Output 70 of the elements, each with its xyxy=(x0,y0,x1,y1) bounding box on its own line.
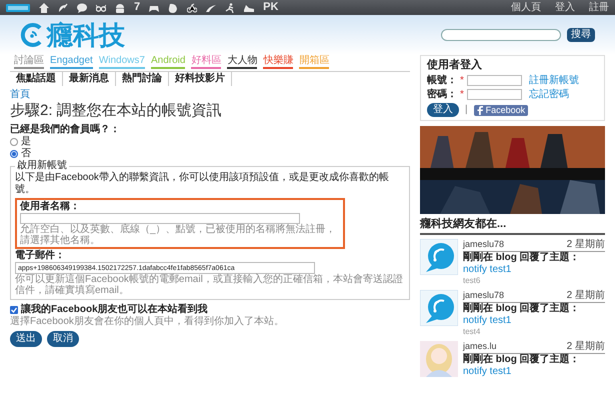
radio-label: 否 xyxy=(21,149,31,159)
top-bar-link[interactable]: 登入 xyxy=(555,2,575,12)
time-text: 2 星期前 xyxy=(566,239,605,250)
field-label: 帳號： xyxy=(427,76,457,86)
field-label: 使用者名稱： xyxy=(20,201,81,213)
user-link[interactable]: jameslu78 xyxy=(463,290,504,301)
section-title: 癮科技網友都在... xyxy=(420,218,605,235)
facebook-button[interactable]: Facebook xyxy=(474,104,528,116)
swoosh-icon[interactable] xyxy=(206,2,216,12)
checkbox-label: 讓我的Facebook朋友也可以在本站看到我 xyxy=(21,304,208,316)
note-text: test4 xyxy=(463,327,482,337)
separator: | xyxy=(465,105,468,115)
input-field[interactable] xyxy=(20,213,300,224)
chat-bubble-icon xyxy=(420,239,458,275)
radio-button[interactable] xyxy=(10,150,18,158)
category-link[interactable]: 大人物 xyxy=(227,55,258,69)
search-button[interactable]: 搜尋 xyxy=(567,28,595,42)
chat-bubble-icon xyxy=(420,290,458,326)
panel-legend: 啟用新帳號 xyxy=(15,160,69,172)
page-title: 步驟2: 調整您在本站的帳號資訊 xyxy=(10,101,223,121)
shoe-icon[interactable] xyxy=(244,2,254,12)
checkbox[interactable] xyxy=(10,306,18,314)
section-link[interactable]: 7 xyxy=(134,2,140,13)
user-link[interactable]: james.lu xyxy=(463,341,497,352)
site-logo-icon[interactable] xyxy=(6,4,30,12)
top-bar-link[interactable]: 註冊 xyxy=(589,2,609,12)
login-link[interactable]: 忘記密碼 xyxy=(528,90,569,100)
category-link[interactable]: 討論區 xyxy=(14,55,44,69)
activity-text: 剛剛在 blog 回覆了主題： notify test1 xyxy=(463,354,581,378)
activity-text: 剛剛在 blog 回覆了主題： notify test1 xyxy=(463,303,581,327)
field-label: 密碼： xyxy=(427,90,457,100)
topic-link[interactable]: notify test1 xyxy=(463,315,512,326)
breadcrumb-link[interactable]: 首頁 xyxy=(10,89,30,101)
note-text: test6 xyxy=(463,276,482,286)
checkmark-icon xyxy=(11,307,17,313)
required-mark: * xyxy=(460,76,464,86)
glasses-icon[interactable] xyxy=(96,2,106,12)
home-icon[interactable] xyxy=(39,2,49,12)
user-link[interactable]: jameslu78 xyxy=(463,239,504,250)
search-field[interactable] xyxy=(441,29,561,41)
runner-icon[interactable] xyxy=(225,2,236,12)
login-link[interactable]: 註冊新帳號 xyxy=(528,76,579,86)
login-button[interactable]: 登入 xyxy=(427,103,459,117)
time-text: 2 星期前 xyxy=(566,341,605,352)
radio-label: 是 xyxy=(21,137,31,147)
form-button[interactable]: 送出 xyxy=(10,331,42,347)
radio-button[interactable] xyxy=(10,138,18,146)
topic-link[interactable]: notify test1 xyxy=(463,264,512,275)
field-label: 電子郵件： xyxy=(15,250,66,262)
time-text: 2 星期前 xyxy=(566,290,605,301)
hint-text: 選擇Facebook朋友會在你的個人頁中，看得到你加入了本站。 xyxy=(10,316,285,328)
chat-bubble-icon[interactable] xyxy=(77,2,87,12)
hint-text: 允許空白、以及英數、底線（_）、點號，已被使用的名稱將無法註冊，請選擇其他名稱。 xyxy=(20,224,337,246)
topic-link[interactable]: notify test1 xyxy=(463,366,512,377)
facebook-icon xyxy=(476,106,483,114)
top-bar-link[interactable]: 個人頁 xyxy=(511,2,541,12)
input-field[interactable] xyxy=(466,89,522,100)
bag-icon[interactable] xyxy=(168,2,178,12)
panel-title: 使用者登入 xyxy=(427,59,483,72)
logo-icon[interactable] xyxy=(20,23,44,47)
category-link[interactable]: 快樂賺 xyxy=(263,55,294,69)
input-field[interactable] xyxy=(466,75,522,86)
description-text: 以下是由Facebook帶入的聯繫資訊，你可以使用該項預設值，或是更改成你喜歡的帳號。 xyxy=(15,172,390,196)
section-link[interactable]: PK xyxy=(263,2,278,13)
form-button[interactable]: 取消 xyxy=(47,331,79,347)
bicycle-icon[interactable] xyxy=(187,2,198,12)
required-mark: * xyxy=(460,90,464,100)
hint-text: 你可以更新這個Facebook帳號的電郵email，或直接輸入您的正確信箱，本站會寄送認證信件，請確實填寫email。 xyxy=(15,274,404,296)
question-label: 已經是我們的會員嗎？： xyxy=(10,123,121,136)
activity-text: 剛剛在 blog 回覆了主題： notify test1 xyxy=(463,252,581,276)
